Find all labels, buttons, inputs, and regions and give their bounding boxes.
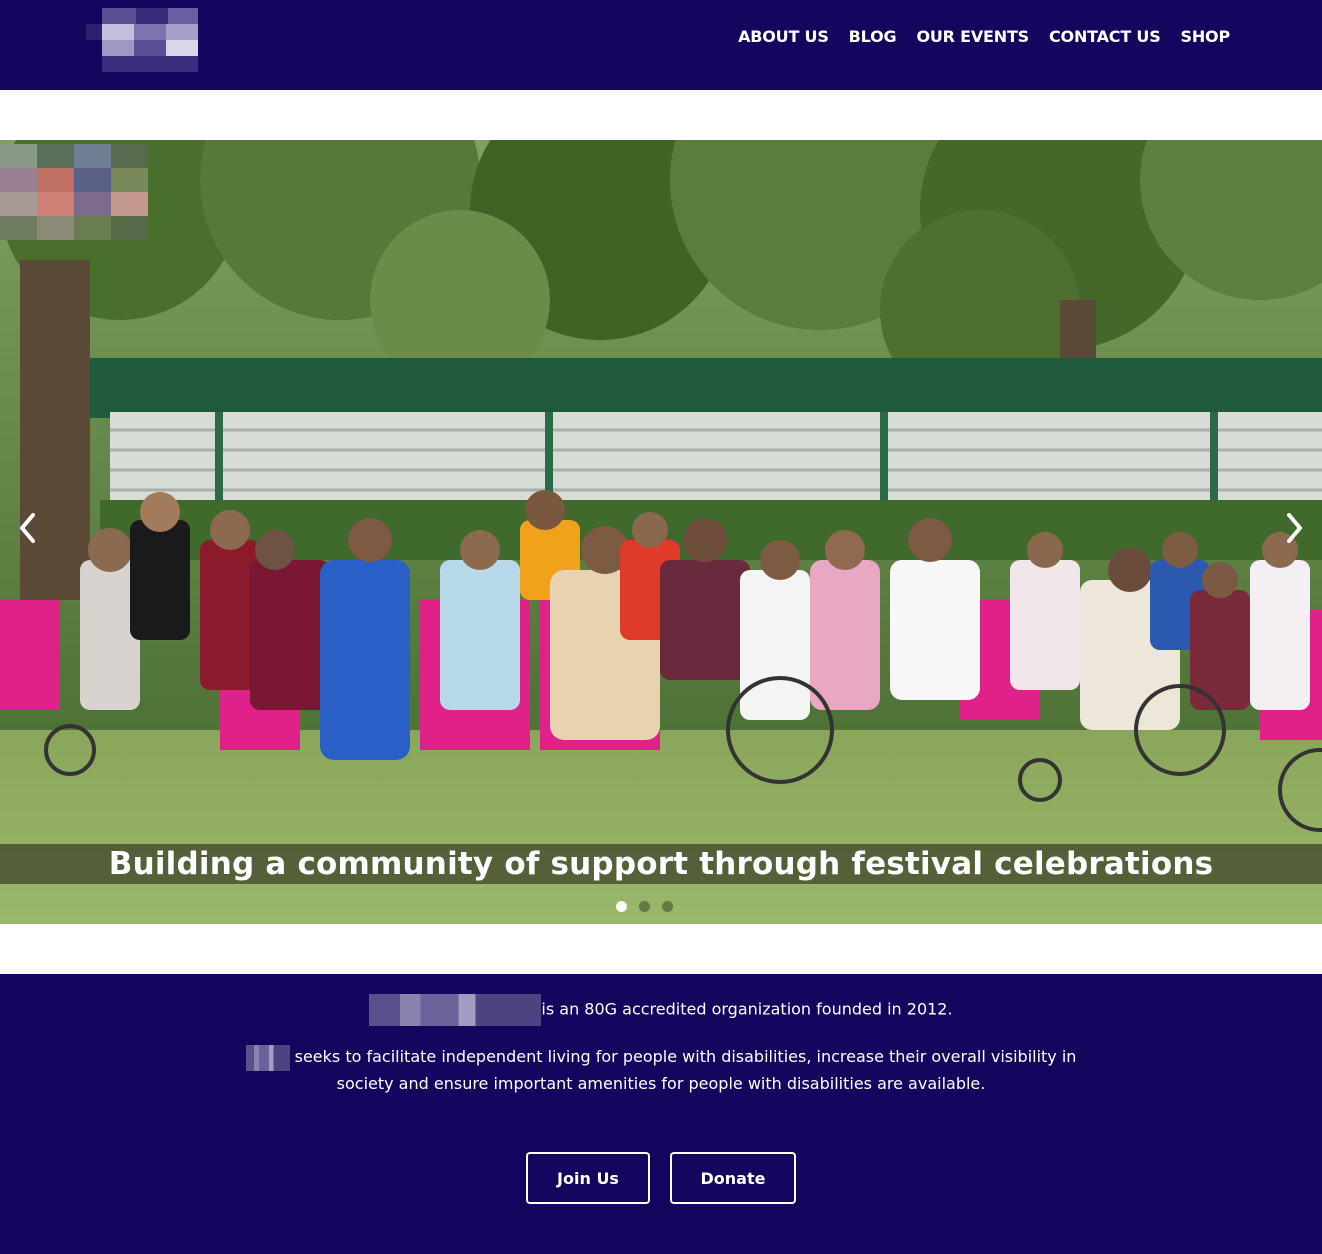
carousel-dots — [616, 901, 673, 912]
site-header: ABOUT US BLOG OUR EVENTS CONTACT US SHOP — [0, 0, 1322, 90]
site-logo[interactable] — [86, 8, 198, 72]
intro-section: is an 80G accredited organization founde… — [0, 974, 1322, 1254]
nav-blog[interactable]: BLOG — [849, 27, 897, 46]
carousel-prev-button[interactable] — [14, 508, 42, 548]
nav-our-events[interactable]: OUR EVENTS — [916, 27, 1029, 46]
nav-shop[interactable]: SHOP — [1181, 27, 1231, 46]
redacted-org-name — [369, 994, 542, 1026]
intro-line-1: is an 80G accredited organization founde… — [0, 994, 1322, 1026]
nav-about-us[interactable]: ABOUT US — [738, 27, 829, 46]
intro-line-2-text: seeks to facilitate independent living f… — [294, 1047, 1077, 1093]
hero-carousel[interactable]: Building a community of support through … — [0, 140, 1322, 924]
donate-button[interactable]: Donate — [670, 1152, 796, 1204]
hero-photo — [0, 140, 1322, 924]
carousel-next-button[interactable] — [1280, 508, 1308, 548]
join-us-button[interactable]: Join Us — [526, 1152, 650, 1204]
carousel-dot-2[interactable] — [639, 901, 650, 912]
partner-logo — [0, 144, 148, 240]
carousel-dot-1[interactable] — [616, 901, 627, 912]
carousel-dot-3[interactable] — [662, 901, 673, 912]
nav-contact-us[interactable]: CONTACT US — [1049, 27, 1161, 46]
intro-line-1-text: is an 80G accredited organization founde… — [541, 999, 953, 1019]
carousel-caption: Building a community of support through … — [108, 846, 1214, 882]
main-nav: ABOUT US BLOG OUR EVENTS CONTACT US SHOP — [738, 27, 1230, 46]
intro-line-2: seeks to facilitate independent living f… — [240, 1044, 1082, 1096]
chevron-left-icon — [20, 513, 35, 543]
redacted-org-short-name — [245, 1044, 290, 1071]
chevron-right-icon — [1287, 513, 1302, 543]
